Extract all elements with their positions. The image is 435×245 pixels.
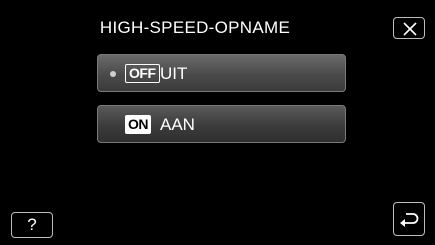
- on-badge-icon: ON: [125, 115, 151, 134]
- option-on-label: AAN: [160, 115, 195, 134]
- option-off-label: UIT: [160, 64, 188, 83]
- help-button[interactable]: ?: [11, 212, 53, 238]
- option-on-button[interactable]: ON AAN: [97, 105, 346, 143]
- close-icon: [403, 22, 417, 36]
- off-badge-icon: OFF: [125, 64, 160, 83]
- camera-menu-screen: HIGH-SPEED-OPNAME OFF UIT ON AAN ?: [0, 0, 435, 245]
- option-off-button[interactable]: OFF UIT: [97, 54, 346, 92]
- back-button[interactable]: [393, 202, 425, 236]
- close-button[interactable]: [393, 17, 425, 39]
- page-title: HIGH-SPEED-OPNAME: [99, 18, 291, 37]
- return-icon: [400, 213, 419, 227]
- selected-indicator-icon: [110, 71, 116, 77]
